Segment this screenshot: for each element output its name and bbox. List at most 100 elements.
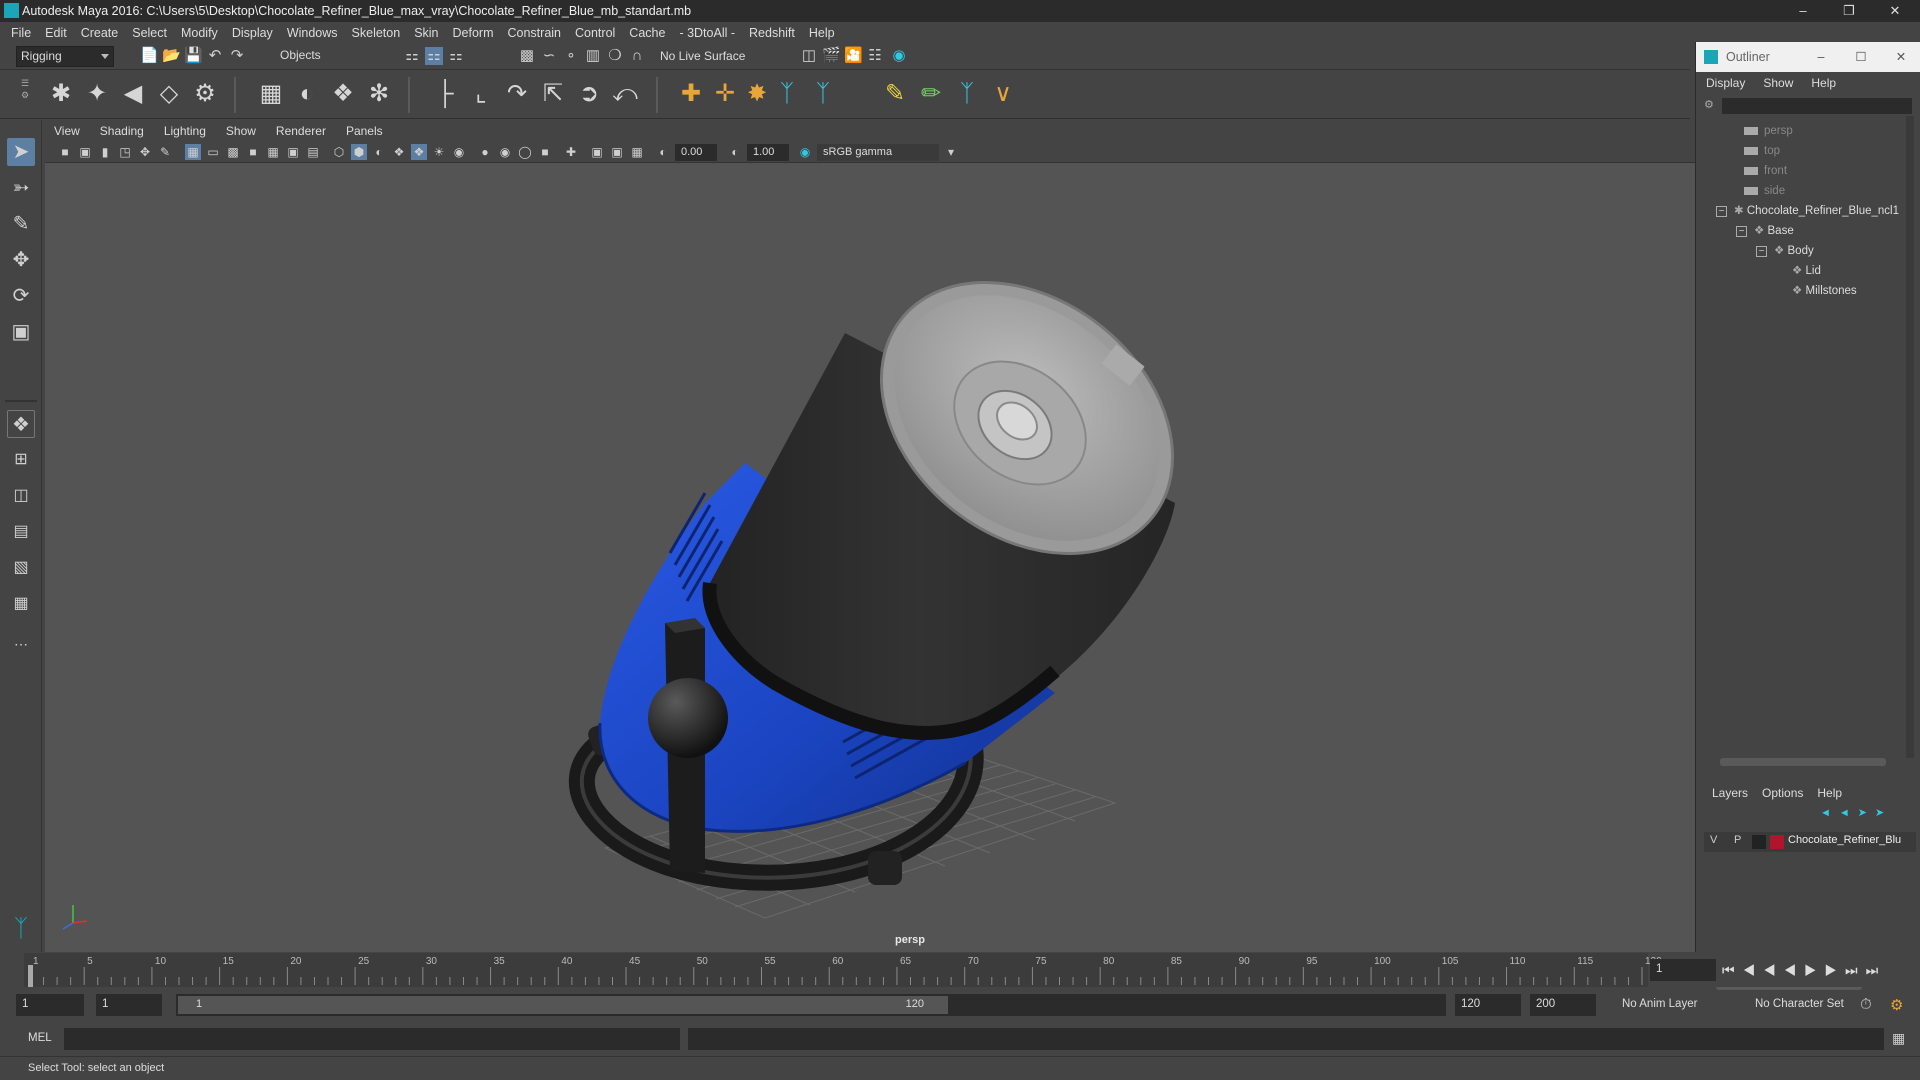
collapse-icon[interactable]: − (1756, 246, 1767, 257)
vp-menu-shading[interactable]: Shading (100, 124, 144, 138)
selection-mode-dropdown[interactable]: Objects (276, 46, 376, 67)
vp-menu-show[interactable]: Show (226, 124, 256, 138)
menu-file[interactable]: File (11, 26, 31, 40)
auto-key-icon[interactable]: ⏱ (1860, 996, 1872, 1013)
xray-icon[interactable]: ✚ (563, 144, 579, 160)
menu-help[interactable]: Help (809, 26, 835, 40)
camera-select-icon[interactable]: ■ (57, 144, 73, 160)
maya-tool-c-icon[interactable]: ᛉ (952, 79, 982, 109)
undo-icon[interactable]: ↶ (206, 47, 224, 65)
ik-spline-icon[interactable]: ◀ (118, 79, 148, 109)
layer-menu-options[interactable]: Options (1762, 786, 1803, 800)
anim-layer-dropdown[interactable]: No Anim Layer (1622, 998, 1697, 1010)
gamma-field[interactable]: 1.00 (747, 144, 789, 161)
redo-icon[interactable]: ↷ (228, 47, 246, 65)
chevron-down-icon[interactable]: ▾ (943, 144, 959, 160)
3d-scene[interactable]: persp (45, 163, 1695, 952)
outliner-tree[interactable]: persp top front side − ✱ Chocolate_Refin… (1704, 116, 1910, 758)
outliner-camera-side[interactable]: side (1744, 182, 1785, 200)
depth-of-field-icon[interactable]: ◯ (517, 144, 533, 160)
aim-constraint-icon[interactable]: ➲ (574, 79, 604, 109)
outliner-menu-help[interactable]: Help (1811, 76, 1836, 90)
color-management-icon[interactable]: ◉ (797, 144, 813, 160)
use-all-lights-icon[interactable]: ❖ (411, 144, 427, 160)
playback-controls[interactable]: ⏮◀◀◀▶▶⏭⏭ (1722, 959, 1886, 981)
shelf-tabs-toggle-icon[interactable]: ☰ ⚙ (20, 77, 30, 113)
layer-color-swatch[interactable] (1770, 835, 1784, 849)
layer-type-toggle[interactable] (1752, 835, 1766, 849)
orient-constraint-icon[interactable]: ↷ (502, 79, 532, 109)
joint-tool-icon[interactable]: ✱ (46, 79, 76, 109)
wireframe-on-shaded-icon[interactable]: ◐ (371, 144, 387, 160)
persp-outliner-layout-icon[interactable]: ◫ (7, 482, 35, 510)
menu-set-dropdown[interactable]: Rigging (16, 46, 114, 67)
collapse-icon[interactable]: − (1716, 206, 1727, 217)
time-slider-ruler[interactable]: 1 5 10 15 20 25 30 35 40 45 50 55 60 65 70 75 80 85 90 95 10… (0, 953, 1690, 987)
live-surface-label[interactable]: No Live Surface (660, 47, 745, 65)
maya-tool-a-icon[interactable]: ᛉ (772, 79, 802, 109)
outliner-camera-front[interactable]: front (1744, 162, 1787, 180)
vp-menu-panels[interactable]: Panels (346, 124, 383, 138)
animation-preferences-icon[interactable]: ⚙ (1890, 996, 1903, 1014)
render-settings-icon[interactable]: ◫ (800, 47, 818, 65)
command-input[interactable] (64, 1028, 680, 1050)
anti-aliasing-icon[interactable]: ◉ (497, 144, 513, 160)
four-view-layout-icon[interactable]: ⊞ (7, 446, 35, 474)
menu-create[interactable]: Create (81, 26, 119, 40)
menu-skin[interactable]: Skin (414, 26, 438, 40)
maya-tool-b-icon[interactable]: ᛉ (808, 79, 838, 109)
safe-action-icon[interactable]: ▣ (285, 144, 301, 160)
cluster-icon[interactable]: ✻ (364, 79, 394, 109)
resolution-gate-icon[interactable]: ▩ (225, 144, 241, 160)
layer-menu-layers[interactable]: Layers (1712, 786, 1748, 800)
menu-constrain[interactable]: Constrain (508, 26, 562, 40)
paint-weights-icon[interactable]: ◐ (292, 79, 322, 109)
filter-icon[interactable]: ⚙ (1704, 98, 1718, 112)
safe-title-icon[interactable]: ▤ (305, 144, 321, 160)
hypershade-icon[interactable]: ◉ (890, 47, 908, 65)
ipr-render-icon[interactable]: ☷ (866, 47, 884, 65)
gamma-icon[interactable]: ◐ (727, 144, 743, 160)
field-chart-icon[interactable]: ▦ (265, 144, 281, 160)
restore-button[interactable]: ❐ (1826, 0, 1872, 22)
outliner-menu-show[interactable]: Show (1763, 76, 1793, 90)
layer-row[interactable]: V P Chocolate_Refiner_Blu (1704, 832, 1916, 852)
locator-rotate-icon[interactable]: ✛ (710, 79, 740, 109)
menu-display[interactable]: Display (232, 26, 273, 40)
new-scene-icon[interactable]: 📄 (140, 47, 159, 65)
outliner-node-millstones[interactable]: ❖ Millstones (1792, 282, 1857, 300)
outliner-node-base[interactable]: ❖ Base (1754, 222, 1794, 240)
smooth-shade-icon[interactable]: ⬢ (351, 144, 367, 160)
select-by-component-icon[interactable]: ⚏ (447, 47, 465, 65)
scale-tool-icon[interactable]: ▣ (7, 318, 35, 346)
outliner-node-lid[interactable]: ❖ Lid (1792, 262, 1821, 280)
layer-menu-help[interactable]: Help (1817, 786, 1842, 800)
select-by-hierarchy-icon[interactable]: ⚏ (403, 47, 421, 65)
maximize-button[interactable]: ☐ (1846, 42, 1876, 72)
layer-name[interactable]: Chocolate_Refiner_Blu (1788, 834, 1901, 846)
select-tool-icon[interactable]: ➤ (7, 138, 35, 166)
ik-handle-icon[interactable]: ✦ (82, 79, 112, 109)
ambient-occlusion-icon[interactable]: ◉ (451, 144, 467, 160)
viewport-panel[interactable]: View Shading Lighting Show Renderer Pane… (45, 121, 1695, 952)
current-time-indicator[interactable] (28, 965, 33, 987)
menu-edit[interactable]: Edit (45, 26, 67, 40)
brush-tool-icon[interactable]: ✎ (880, 79, 910, 109)
script-editor-icon[interactable]: ▦ (1892, 1030, 1905, 1047)
locator-icon[interactable]: ✚ (676, 79, 706, 109)
playback-start-field[interactable]: 1 (96, 994, 162, 1016)
point-constraint-icon[interactable]: ⌞ (466, 79, 496, 109)
film-gate-icon[interactable]: ▭ (205, 144, 221, 160)
insert-joint-icon[interactable]: ◇ (154, 79, 184, 109)
menu-redshift[interactable]: Redshift (749, 26, 795, 40)
scale-constraint-icon[interactable]: ⇱ (538, 79, 568, 109)
start-time-field[interactable]: 1 (16, 994, 84, 1016)
grid-toggle-icon[interactable]: ▦ (185, 144, 201, 160)
bind-skin-icon[interactable]: ▦ (256, 79, 286, 109)
open-scene-icon[interactable]: 📂 (162, 47, 181, 65)
grease-pencil-icon[interactable]: ✎ (157, 144, 173, 160)
outliner-node-body[interactable]: ❖ Body (1774, 242, 1814, 260)
menu-skeleton[interactable]: Skeleton (352, 26, 401, 40)
layout-more-icon[interactable]: ⋯ (7, 630, 35, 658)
textured-icon[interactable]: ❖ (391, 144, 407, 160)
